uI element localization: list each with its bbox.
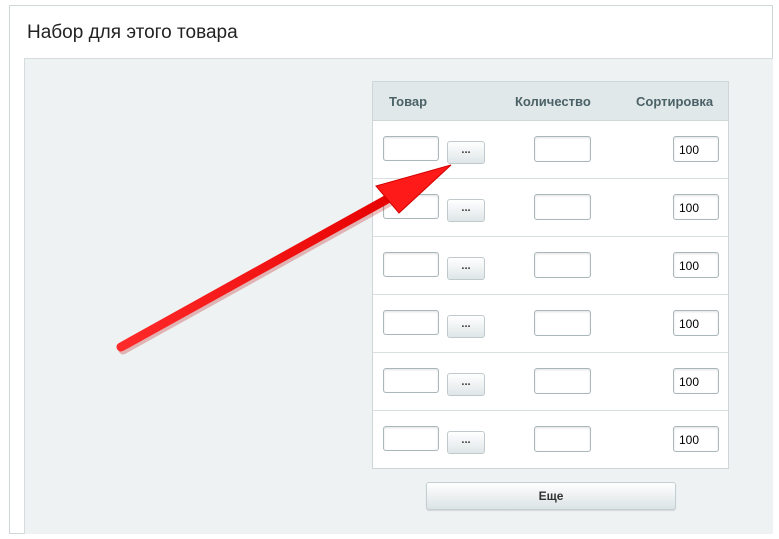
section-title: Набор для этого товара: [27, 22, 238, 43]
quantity-input[interactable]: [534, 194, 591, 220]
table-row: ... 100: [373, 121, 728, 179]
product-input[interactable]: [383, 194, 439, 219]
quantity-input[interactable]: [534, 426, 591, 452]
browse-product-button[interactable]: ...: [447, 373, 485, 396]
header-product: Товар: [389, 94, 428, 109]
sort-input[interactable]: 100: [673, 426, 719, 452]
table-row: ... 100: [373, 179, 728, 237]
product-input[interactable]: [383, 368, 439, 393]
product-input[interactable]: [383, 136, 439, 161]
browse-product-button[interactable]: ...: [447, 141, 485, 164]
table-row: ... 100: [373, 353, 728, 411]
table-row: ... 100: [373, 411, 728, 469]
browse-product-button[interactable]: ...: [447, 257, 485, 280]
table-row: ... 100: [373, 295, 728, 353]
product-input[interactable]: [383, 310, 439, 335]
sort-input[interactable]: 100: [673, 310, 719, 336]
table-header: Товар Количество Сортировка: [373, 82, 728, 121]
browse-product-button[interactable]: ...: [447, 199, 485, 222]
quantity-input[interactable]: [534, 252, 591, 278]
quantity-input[interactable]: [534, 310, 591, 336]
bundle-table: Товар Количество Сортировка ... 100 ... …: [372, 81, 729, 469]
quantity-input[interactable]: [534, 136, 591, 162]
quantity-input[interactable]: [534, 368, 591, 394]
header-sort: Сортировка: [636, 94, 714, 109]
sort-input[interactable]: 100: [673, 368, 719, 394]
sort-input[interactable]: 100: [673, 194, 719, 220]
product-input[interactable]: [383, 426, 439, 451]
product-input[interactable]: [383, 252, 439, 277]
browse-product-button[interactable]: ...: [447, 315, 485, 338]
sort-input[interactable]: 100: [673, 252, 719, 278]
sort-input[interactable]: 100: [673, 136, 719, 162]
table-row: ... 100: [373, 237, 728, 295]
more-button[interactable]: Еще: [426, 482, 676, 510]
browse-product-button[interactable]: ...: [447, 431, 485, 454]
header-quantity: Количество: [515, 94, 591, 109]
